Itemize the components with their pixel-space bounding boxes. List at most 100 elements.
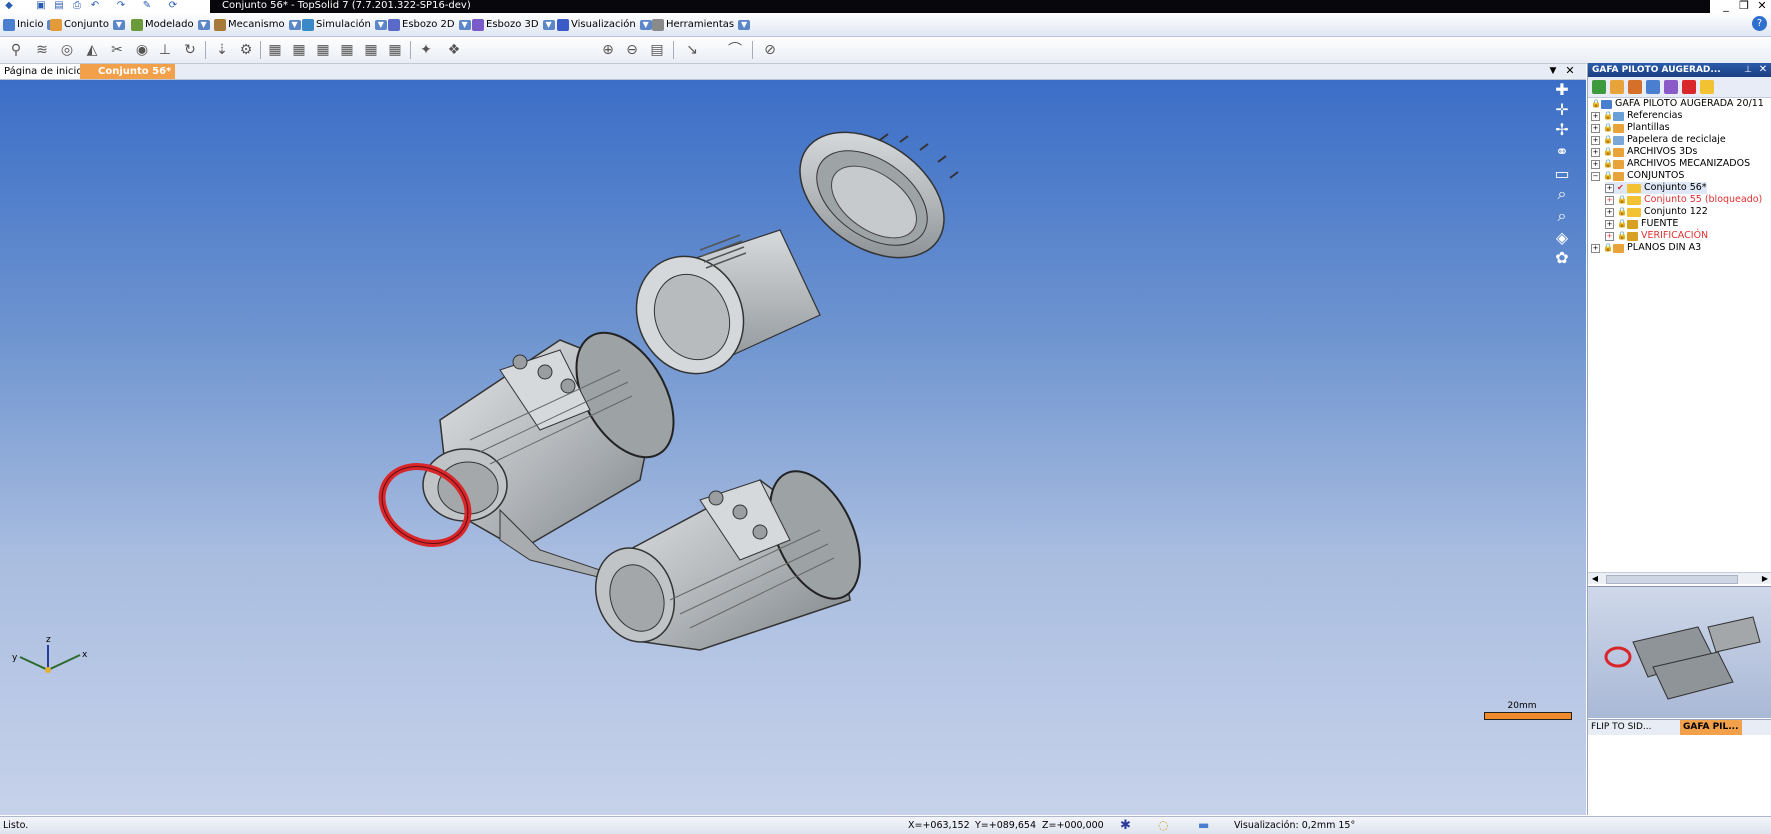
undo-icon[interactable]: ↶ xyxy=(88,0,102,12)
layer-icon[interactable]: ▬ xyxy=(1198,817,1209,834)
chevron-down-icon[interactable]: ▼ xyxy=(542,20,555,30)
grid-icon[interactable]: ▦ xyxy=(361,41,381,59)
align-icon[interactable]: ⇣ xyxy=(212,41,232,59)
folder-icon[interactable] xyxy=(1610,80,1624,94)
expand-icon[interactable]: + xyxy=(1591,159,1600,169)
delete-icon[interactable] xyxy=(1682,80,1696,94)
print-icon[interactable]: ⎙ xyxy=(70,0,84,12)
cap-ring-part[interactable] xyxy=(777,107,968,284)
grid-icon[interactable]: ▦ xyxy=(313,41,333,59)
expand-icon[interactable]: + xyxy=(1591,135,1600,145)
snap-icon[interactable]: ✱ xyxy=(1120,817,1131,834)
scroll-left-icon[interactable]: ◀ xyxy=(1590,573,1600,584)
chevron-down-icon[interactable]: ▼ xyxy=(288,20,301,30)
menu-modelado[interactable]: Modelado ▼ xyxy=(131,17,210,33)
tree-item[interactable]: + 🔒 PLANOS DIN A3 xyxy=(1591,242,1701,254)
link-icon[interactable]: ⚭ xyxy=(1550,142,1574,162)
target-icon[interactable]: ◉ xyxy=(132,41,152,59)
curve-icon[interactable]: ⌒ xyxy=(725,41,745,59)
close-window-button[interactable]: ✕ xyxy=(1754,0,1770,12)
scroll-thumb[interactable] xyxy=(1606,575,1738,584)
view-tool-icon[interactable]: ✚ xyxy=(1550,80,1574,100)
search-icon[interactable] xyxy=(1646,80,1660,94)
chevron-down-icon[interactable]: ▼ xyxy=(112,20,125,30)
app-logo-icon[interactable]: ◆ xyxy=(2,0,16,12)
tab-conjunto-56[interactable]: Conjunto 56* xyxy=(80,64,176,79)
tree-item[interactable]: + 🔒 VERIFICACIÓN xyxy=(1605,230,1708,242)
palette-icon[interactable]: ✿ xyxy=(1550,248,1574,268)
expand-icon[interactable]: + xyxy=(1605,195,1614,205)
measure-icon[interactable]: ↘ xyxy=(682,41,702,59)
collapse-icon[interactable]: − xyxy=(1591,171,1600,181)
expand-icon[interactable]: + xyxy=(1591,111,1600,121)
tree-item[interactable]: 🔒 GAFA PILOTO AUGERADA 20/11 xyxy=(1591,98,1764,110)
tree-item[interactable]: + 🔒 ARCHIVOS MECANIZADOS xyxy=(1591,158,1750,170)
wireframe-icon[interactable]: ≋ xyxy=(32,41,52,59)
tree-item[interactable]: + 🔒 Plantillas xyxy=(1591,122,1670,134)
zoom-out-icon[interactable]: ⊖ xyxy=(622,41,642,59)
close-tab-icon[interactable]: ✕ xyxy=(1564,65,1576,77)
expand-icon[interactable]: + xyxy=(1605,219,1614,229)
table-icon[interactable]: ▤ xyxy=(647,41,667,59)
expand-icon[interactable]: + xyxy=(1605,183,1614,193)
model-canvas[interactable]: x y z xyxy=(0,80,1586,815)
pen-icon[interactable]: ✎ xyxy=(140,0,154,12)
new-icon[interactable] xyxy=(1592,80,1606,94)
view-tool-icon[interactable]: ✛ xyxy=(1550,100,1574,120)
spiral-icon[interactable]: ◎ xyxy=(57,41,77,59)
chevron-down-icon[interactable]: ▼ xyxy=(738,20,751,30)
zoom-window-icon[interactable]: ⌕ xyxy=(1550,206,1574,226)
view-tool-icon[interactable]: ✢ xyxy=(1550,120,1574,140)
section-icon[interactable]: ⊘ xyxy=(760,41,780,59)
close-panel-icon[interactable]: ✕ xyxy=(1757,64,1769,76)
zoom-icon[interactable]: ⌕ xyxy=(1550,184,1574,204)
component-icon[interactable]: ❖ xyxy=(444,41,464,59)
tool-icon[interactable]: ✂ xyxy=(107,41,127,59)
menu-simulacion[interactable]: Simulación ▼ xyxy=(302,17,387,33)
tree-item[interactable]: + 🔒 Conjunto 55 (bloqueado) xyxy=(1605,194,1762,206)
display-mode-icon[interactable]: ▭ xyxy=(1550,164,1574,184)
chevron-down-icon[interactable]: ▼ xyxy=(374,20,387,30)
menu-herramientas[interactable]: Herramientas ▼ xyxy=(652,17,751,33)
expand-icon[interactable]: + xyxy=(1605,207,1614,217)
paint-icon[interactable]: ✦ xyxy=(416,41,436,59)
refresh-icon[interactable]: ⟳ xyxy=(166,0,180,12)
menu-esbozo-3d[interactable]: Esbozo 3D ▼ xyxy=(472,17,555,33)
menu-mecanismo[interactable]: Mecanismo ▼ xyxy=(214,17,301,33)
pin-panel-icon[interactable]: ⊥ xyxy=(1742,64,1754,76)
tab-list-icon[interactable]: ▼ xyxy=(1547,65,1559,77)
menu-conjunto[interactable]: Conjunto ▼ xyxy=(50,17,125,33)
light-icon[interactable]: ◌ xyxy=(1158,817,1168,834)
filter-icon[interactable] xyxy=(1628,80,1642,94)
tab-home[interactable]: Página de inicio xyxy=(0,64,88,79)
chevron-down-icon[interactable]: ▼ xyxy=(639,20,652,30)
tree-item[interactable]: + 🔒 ARCHIVOS 3Ds xyxy=(1591,146,1697,158)
menu-esbozo-2d[interactable]: Esbozo 2D ▼ xyxy=(388,17,471,33)
grid-icon[interactable]: ▦ xyxy=(385,41,405,59)
tree-item[interactable]: − 🔒 CONJUNTOS xyxy=(1591,170,1684,182)
grid-icon[interactable]: ▦ xyxy=(265,41,285,59)
gear-icon[interactable]: ⚙ xyxy=(236,41,256,59)
tree-item[interactable]: + 🔒 Referencias xyxy=(1591,110,1682,122)
redo-icon[interactable]: ↷ xyxy=(114,0,128,12)
horizontal-scrollbar[interactable]: ◀ ▶ xyxy=(1588,572,1771,584)
tab-flip-to-side[interactable]: FLIP TO SID... xyxy=(1588,720,1654,735)
chevron-down-icon[interactable]: ▼ xyxy=(458,20,471,30)
restore-button[interactable]: ❐ xyxy=(1736,0,1752,12)
tab-gafa-piloto[interactable]: GAFA PIL... xyxy=(1680,720,1742,735)
zoom-icon[interactable]: ⊕ xyxy=(598,41,618,59)
scroll-right-icon[interactable]: ▶ xyxy=(1760,573,1770,584)
settings-icon[interactable] xyxy=(1664,80,1678,94)
grid-icon[interactable]: ▦ xyxy=(337,41,357,59)
chevron-down-icon[interactable]: ▼ xyxy=(197,20,210,30)
help-icon[interactable]: ? xyxy=(1752,16,1767,31)
grid-icon[interactable]: ▦ xyxy=(289,41,309,59)
warning-icon[interactable] xyxy=(1700,80,1714,94)
anchor-icon[interactable]: ⊥ xyxy=(155,41,175,59)
tree-item-selected[interactable]: + ✔ Conjunto 56* xyxy=(1605,182,1707,194)
rotate-icon[interactable]: ↻ xyxy=(180,41,200,59)
menu-visualizacion[interactable]: Visualización ▼ xyxy=(557,17,652,33)
save-icon[interactable]: ▣ xyxy=(34,0,48,12)
expand-icon[interactable]: + xyxy=(1591,123,1600,133)
open-icon[interactable]: ▤ xyxy=(52,0,66,12)
